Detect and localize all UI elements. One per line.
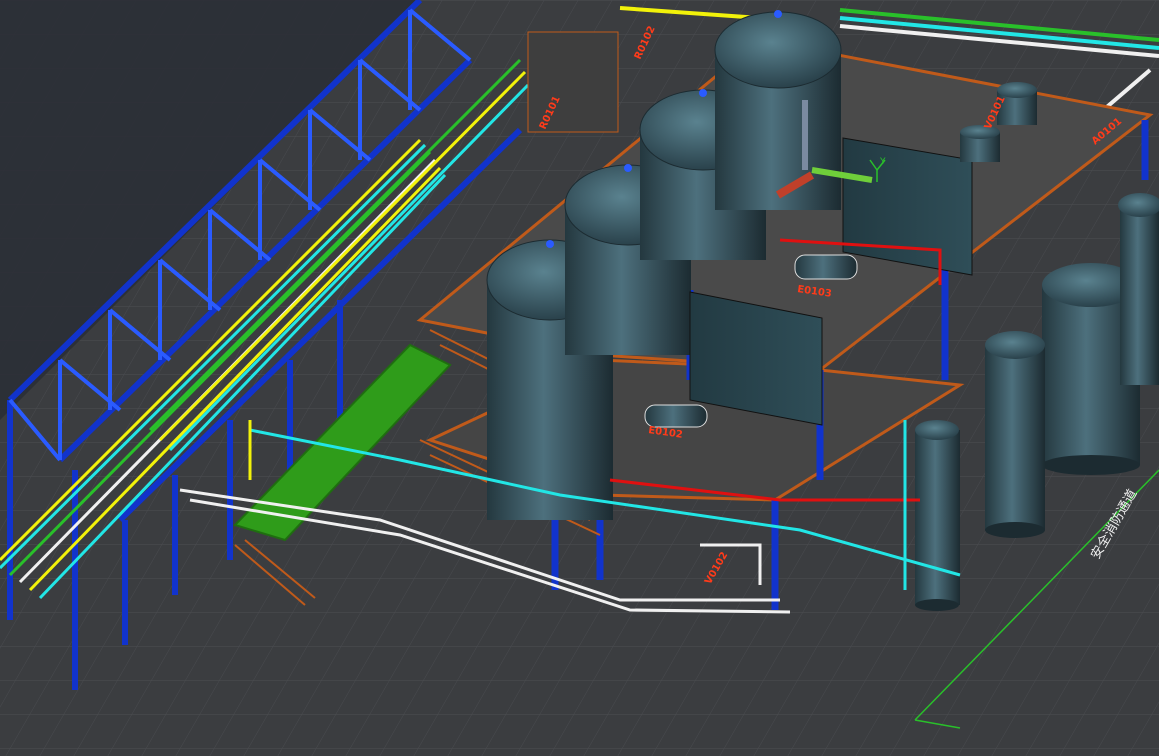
cad-3d-viewport[interactable]: Y E0103 E0102 R0101 R0102 V0101 V0102 A0…: [0, 0, 1159, 756]
small-drum-2[interactable]: [960, 125, 1000, 162]
model-canvas[interactable]: Y E0103 E0102 R0101 R0102 V0101 V0102 A0…: [0, 0, 1159, 756]
storage-tank-edge[interactable]: [1118, 193, 1159, 385]
ucs-y-label: Y: [879, 157, 886, 167]
reactor-vessel-4[interactable]: [714, 10, 842, 210]
heat-exchanger-e0103[interactable]: [794, 254, 858, 280]
storage-tank-medium[interactable]: [985, 331, 1045, 538]
equipment-panel-upper[interactable]: [842, 137, 973, 276]
storage-tank-small[interactable]: [915, 420, 960, 611]
heat-exchanger-e0102[interactable]: [644, 404, 708, 428]
